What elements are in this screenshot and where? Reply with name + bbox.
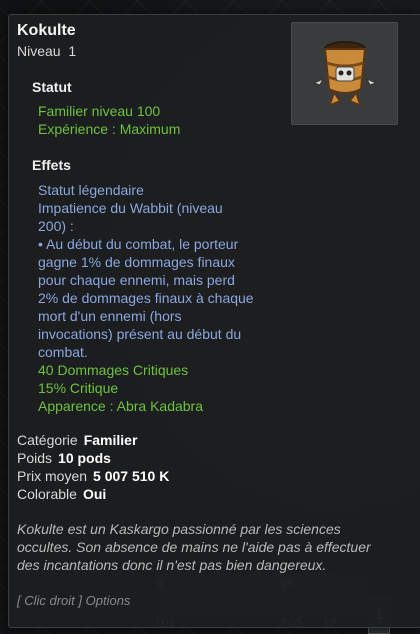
item-level: Niveau 1 — [17, 43, 76, 59]
effect-line: Apparence : Abra Kadabra — [38, 398, 204, 414]
level-label: Niveau — [17, 43, 61, 59]
property-value: 5 007 510 K — [93, 468, 170, 484]
item-image-frame — [291, 22, 398, 125]
effect-line: Impatience du Wabbit (niveau — [38, 200, 223, 216]
kokulte-barrel-creature-icon — [312, 41, 378, 107]
item-description: Kokulte est un Kaskargo passionné par le… — [17, 521, 371, 573]
effect-line: gagne 1% de dommages finaux — [38, 254, 235, 270]
effets-section-title: Effets — [32, 157, 71, 173]
property-value: Familier — [83, 432, 138, 448]
property-label: Prix moyen — [17, 468, 88, 484]
effect-line: mort d'un ennemi (hors — [38, 308, 182, 324]
statut-line: Expérience : Maximum — [38, 121, 181, 137]
effect-line: 2% de dommages finaux à chaque — [38, 290, 254, 306]
item-name: Kokulte — [17, 22, 76, 39]
property-category: Catégorie Familier — [17, 432, 137, 448]
effect-line: Statut légendaire — [38, 182, 144, 198]
effects-list: Statut légendaire Impatience du Wabbit (… — [38, 181, 278, 415]
effect-line: 200) : — [38, 218, 74, 234]
property-average-price: Prix moyen 5 007 510 K — [17, 468, 169, 484]
property-value: Oui — [82, 486, 107, 502]
effect-line: combat. — [38, 344, 88, 360]
property-label: Colorable — [17, 486, 77, 502]
property-weight: Poids 10 pods — [17, 450, 111, 466]
effect-line: 40 Dommages Critiques — [38, 362, 189, 378]
effect-line: pour chaque ennemi, mais perd — [38, 272, 235, 288]
statut-line: Familier niveau 100 — [38, 103, 161, 119]
effect-line: invocations) présent au début du — [38, 326, 242, 342]
level-value: 1 — [68, 43, 77, 59]
property-colorable: Colorable Oui — [17, 486, 106, 502]
property-label: Catégorie — [17, 432, 78, 448]
effect-line: 15% Critique — [38, 380, 119, 396]
effect-line: • Au début du combat, le porteur — [38, 236, 239, 252]
right-click-options-hint: [ Clic droit ] Options — [17, 593, 131, 608]
statut-section-title: Statut — [32, 79, 72, 95]
property-value: 10 pods — [58, 450, 111, 466]
property-label: Poids — [17, 450, 53, 466]
